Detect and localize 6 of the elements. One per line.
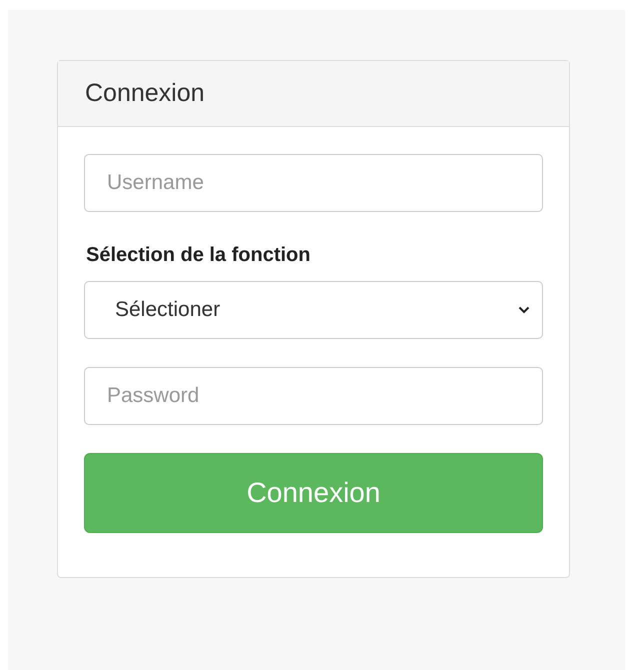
role-select[interactable]: Sélectioner [84,281,543,339]
role-label: Sélection de la fonction [86,244,312,267]
username-field[interactable]: Username [84,154,543,212]
chevron-down-icon [518,306,530,314]
card-title: Connexion [85,79,205,108]
password-field[interactable]: Password [84,367,543,425]
